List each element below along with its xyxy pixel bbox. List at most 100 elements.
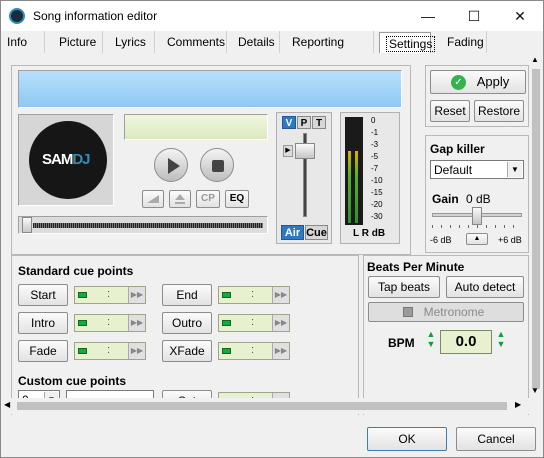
bpm-left-stepper-icon[interactable]: ▲ ▼ bbox=[426, 329, 436, 351]
gain-ticks bbox=[432, 225, 522, 228]
app-icon bbox=[9, 8, 25, 24]
ok-button[interactable]: OK bbox=[367, 427, 447, 451]
checkmark-icon: ✓ bbox=[451, 75, 466, 90]
restore-button[interactable]: Restore bbox=[474, 100, 524, 122]
horizontal-scroll-thumb[interactable] bbox=[17, 402, 507, 410]
pan-arrow-icon[interactable]: ▶ bbox=[283, 145, 293, 157]
gain-value: 0 dB bbox=[466, 192, 491, 206]
air-button[interactable]: Air bbox=[281, 225, 304, 240]
metronome-button[interactable]: Metronome bbox=[368, 302, 524, 322]
tab-fading[interactable]: Fading bbox=[441, 31, 487, 53]
player-panel: SAMDJ CP EQ V P T ▶ Air Cue 0 -1 -3 -5 -… bbox=[11, 65, 411, 255]
tab-settings[interactable]: Settings bbox=[379, 32, 436, 53]
title-bar[interactable]: Song information editor — ☐ ✕ bbox=[1, 1, 543, 31]
song-info-editor-window: Song information editor — ☐ ✕ Info Pictu… bbox=[0, 0, 544, 458]
album-art-frame: SAMDJ bbox=[18, 114, 114, 206]
volume-fader-handle[interactable] bbox=[295, 143, 315, 159]
close-button[interactable]: ✕ bbox=[497, 1, 543, 31]
cue-fade-field[interactable]: : ▶▶ bbox=[74, 342, 146, 360]
step-arrows-icon[interactable]: ▶▶ bbox=[272, 287, 289, 303]
play-button[interactable] bbox=[154, 148, 188, 182]
vertical-scrollbar[interactable]: ▲ ▼ bbox=[529, 53, 543, 398]
song-title-display bbox=[18, 70, 402, 108]
cue-fade-button[interactable]: Fade bbox=[18, 340, 68, 362]
cue-intro-button[interactable]: Intro bbox=[18, 312, 68, 334]
scroll-up-icon[interactable]: ▲ bbox=[531, 55, 539, 64]
tab-bar: Info Picture Lyrics Comments Details Rep… bbox=[1, 31, 543, 71]
scroll-left-icon[interactable]: ◀ bbox=[4, 400, 10, 409]
cue-points-title: Standard cue points bbox=[18, 264, 134, 278]
gap-killer-select[interactable]: Default ▼ bbox=[430, 160, 524, 179]
reset-button[interactable]: Reset bbox=[430, 100, 470, 122]
cue-intro-field[interactable]: : ▶▶ bbox=[74, 314, 146, 332]
cue-points-panel: Standard cue points Start : ▶▶ Intro : ▶▶ … bbox=[11, 255, 359, 415]
tab-info[interactable]: Info bbox=[1, 31, 45, 53]
cue-start-field[interactable]: : ▶▶ bbox=[74, 286, 146, 304]
cue-start-button[interactable]: Start bbox=[18, 284, 68, 306]
vertical-scroll-thumb[interactable] bbox=[532, 69, 540, 389]
maximize-button[interactable]: ☐ bbox=[451, 1, 497, 31]
window-title: Song information editor bbox=[33, 9, 158, 23]
bpm-title: Beats Per Minute bbox=[367, 260, 465, 274]
time-display bbox=[124, 114, 268, 140]
samdj-logo: SAMDJ bbox=[29, 121, 107, 199]
actions-panel: ✓ Apply Reset Restore bbox=[425, 65, 529, 127]
horizontal-scrollbar[interactable]: ◀ ▶ bbox=[1, 398, 529, 414]
eject-button[interactable] bbox=[169, 190, 191, 208]
tab-details[interactable]: Details bbox=[232, 31, 280, 53]
cue-xfade-field[interactable]: : ▶▶ bbox=[218, 342, 290, 360]
mixer-panel: V P T ▶ Air Cue bbox=[276, 112, 332, 244]
seek-bar[interactable] bbox=[18, 216, 268, 234]
gap-killer-title: Gap killer bbox=[430, 142, 485, 156]
seek-slider-handle[interactable] bbox=[22, 217, 32, 233]
minimize-button[interactable]: — bbox=[405, 1, 451, 31]
step-arrows-icon[interactable]: ▶▶ bbox=[272, 315, 289, 331]
eq-button[interactable]: EQ bbox=[225, 190, 249, 208]
tab-lyrics[interactable]: Lyrics bbox=[109, 31, 155, 53]
cue-end-field[interactable]: : ▶▶ bbox=[218, 286, 290, 304]
bpm-right-stepper-icon[interactable]: ▲ ▼ bbox=[496, 329, 506, 351]
rewind-button[interactable] bbox=[142, 190, 164, 208]
tab-comments[interactable]: Comments bbox=[161, 31, 227, 53]
step-arrows-icon[interactable]: ▶▶ bbox=[128, 315, 145, 331]
chevron-down-icon: ▼ bbox=[507, 162, 522, 177]
step-arrows-icon[interactable]: ▶▶ bbox=[128, 343, 145, 359]
step-arrows-icon[interactable]: ▶▶ bbox=[128, 287, 145, 303]
mixer-tab-t[interactable]: T bbox=[312, 116, 326, 129]
gain-slider-handle[interactable] bbox=[472, 207, 482, 225]
metronome-icon bbox=[403, 307, 413, 317]
cue-outro-field[interactable]: : ▶▶ bbox=[218, 314, 290, 332]
custom-cue-title: Custom cue points bbox=[18, 374, 127, 388]
auto-detect-button[interactable]: Auto detect bbox=[446, 276, 524, 298]
mixer-tab-v[interactable]: V bbox=[282, 116, 296, 129]
scroll-down-icon[interactable]: ▼ bbox=[531, 386, 539, 395]
stop-button[interactable] bbox=[200, 148, 234, 182]
cp-button[interactable]: CP bbox=[196, 190, 220, 208]
gap-killer-panel: Gap killer Default ▼ Gain 0 dB -6 dB ▲ +… bbox=[425, 135, 529, 253]
cue-button[interactable]: Cue bbox=[305, 225, 328, 240]
cue-end-button[interactable]: End bbox=[162, 284, 212, 306]
gain-max-label: +6 dB bbox=[498, 235, 522, 245]
cue-outro-button[interactable]: Outro bbox=[162, 312, 212, 334]
cancel-button[interactable]: Cancel bbox=[456, 427, 536, 451]
stop-icon bbox=[212, 160, 224, 172]
gain-center-button[interactable]: ▲ bbox=[466, 233, 488, 245]
tap-beats-button[interactable]: Tap beats bbox=[368, 276, 440, 298]
bpm-value-display: 0.0 bbox=[440, 330, 492, 354]
vu-lr-label: L R dB bbox=[353, 228, 386, 239]
vu-scale: 0 -1 -3 -5 -7 -10 -15 -20 -30 bbox=[371, 116, 383, 221]
vu-bar-left bbox=[348, 151, 351, 223]
mixer-tab-p[interactable]: P bbox=[297, 116, 311, 129]
bpm-panel: Beats Per Minute Tap beats Auto detect M… bbox=[363, 255, 529, 415]
apply-button[interactable]: ✓ Apply bbox=[430, 70, 526, 94]
play-icon bbox=[168, 158, 180, 174]
step-arrows-icon[interactable]: ▶▶ bbox=[272, 343, 289, 359]
gain-min-label: -6 dB bbox=[430, 235, 452, 245]
tab-picture[interactable]: Picture bbox=[53, 31, 103, 53]
cue-xfade-button[interactable]: XFade bbox=[162, 340, 212, 362]
scroll-right-icon[interactable]: ▶ bbox=[515, 400, 521, 409]
vu-bar-right bbox=[355, 151, 358, 223]
bpm-label: BPM bbox=[388, 336, 415, 350]
settings-content: SAMDJ CP EQ V P T ▶ Air Cue 0 -1 -3 -5 -… bbox=[1, 53, 529, 415]
tab-reporting-fields[interactable]: Reporting fields bbox=[286, 31, 374, 71]
